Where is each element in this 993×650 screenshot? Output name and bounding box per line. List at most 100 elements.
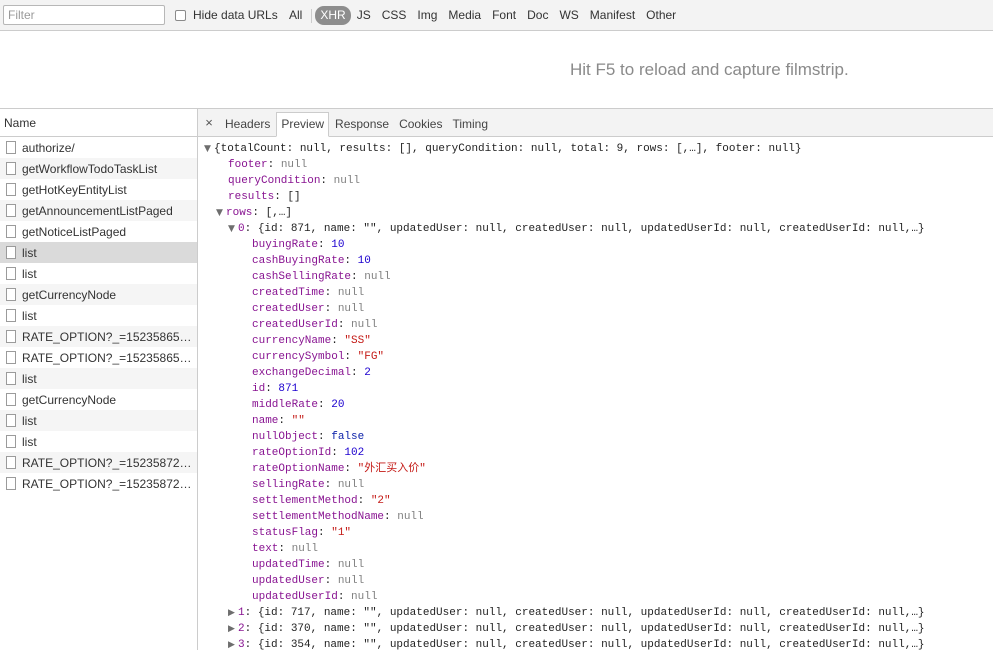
request-row[interactable]: getWorkflowTodoTaskList: [0, 158, 197, 179]
request-row[interactable]: list: [0, 431, 197, 452]
request-row[interactable]: getCurrencyNode: [0, 389, 197, 410]
json-field: text: null: [198, 541, 993, 557]
request-name: list: [22, 266, 37, 281]
tab-timing[interactable]: Timing: [448, 112, 492, 136]
json-key: updatedUserId: [252, 591, 338, 603]
json-value: 10: [357, 255, 371, 267]
request-row[interactable]: getNoticeListPaged: [0, 221, 197, 242]
type-filter-js[interactable]: JS: [352, 6, 376, 25]
request-row[interactable]: getHotKeyEntityList: [0, 179, 197, 200]
json-value: false: [331, 431, 365, 443]
json-colon: :: [278, 543, 292, 555]
filter-input[interactable]: [3, 5, 165, 25]
request-name: RATE_OPTION?_=1523587299...: [22, 476, 192, 491]
type-filter-xhr[interactable]: XHR: [315, 6, 351, 25]
request-name: getAnnouncementListPaged: [22, 203, 173, 218]
json-root-node[interactable]: ▼ {totalCount: null, results: [], queryCo…: [198, 141, 993, 157]
type-filter-font[interactable]: Font: [487, 6, 521, 25]
request-row[interactable]: list: [0, 410, 197, 431]
request-name: RATE_OPTION?_=1523586582...: [22, 350, 192, 365]
json-colon: :: [324, 479, 338, 491]
expand-triangle-right-icon[interactable]: ▶: [228, 637, 238, 650]
document-icon: [6, 372, 16, 385]
json-root-summary: {totalCount: null, results: [], queryCon…: [214, 143, 802, 155]
type-filter-manifest[interactable]: Manifest: [585, 6, 640, 25]
json-value: null: [397, 511, 424, 523]
json-key: statusFlag: [252, 527, 319, 539]
close-icon[interactable]: ×: [200, 109, 218, 136]
document-icon: [6, 414, 16, 427]
json-colon: :: [244, 639, 258, 650]
tab-cookies[interactable]: Cookies: [395, 112, 446, 136]
json-rows-node[interactable]: ▼ rows: [,…]: [198, 205, 993, 221]
hide-data-urls-checkbox[interactable]: [175, 9, 186, 21]
expand-triangle-right-icon[interactable]: ▶: [228, 605, 238, 621]
type-filter-img[interactable]: Img: [412, 6, 442, 25]
request-row[interactable]: getCurrencyNode: [0, 284, 197, 305]
json-colon: :: [337, 591, 352, 603]
expand-triangle-right-icon[interactable]: ▶: [228, 621, 238, 637]
document-icon: [6, 204, 16, 217]
json-field: createdTime: null: [198, 285, 993, 301]
json-field: createdUser: null: [198, 301, 993, 317]
json-field: cashBuyingRate: 10: [198, 253, 993, 269]
request-row[interactable]: list: [0, 242, 197, 263]
type-filter-all[interactable]: All: [284, 6, 307, 25]
json-key: middleRate: [252, 399, 319, 411]
json-value: null: [337, 575, 365, 587]
json-key: updatedUser: [252, 575, 325, 587]
expand-triangle-down-icon[interactable]: ▼: [228, 221, 238, 237]
request-list: Name authorize/getWorkflowTodoTaskList ge…: [0, 109, 198, 650]
tab-headers[interactable]: Headers: [221, 112, 274, 136]
json-value: null: [351, 319, 378, 331]
request-name: list: [22, 371, 37, 386]
type-filter-ws[interactable]: WS: [554, 6, 583, 25]
tab-response[interactable]: Response: [331, 112, 393, 136]
json-row-summary: {id: 717, name: "", updatedUser: null, c…: [257, 607, 925, 619]
request-row[interactable]: getAnnouncementListPaged: [0, 200, 197, 221]
request-row[interactable]: list: [0, 305, 197, 326]
json-field: middleRate: 20: [198, 397, 993, 413]
json-row-index: 0: [238, 223, 245, 235]
request-name: getCurrencyNode: [22, 392, 117, 407]
json-key: sellingRate: [252, 479, 325, 491]
json-field: createdUserId: null: [198, 317, 993, 333]
json-row-index: 1: [238, 607, 245, 619]
request-row[interactable]: RATE_OPTION?_=1523587299...: [0, 473, 197, 494]
request-row[interactable]: list: [0, 368, 197, 389]
request-detail-pane: × Headers Preview Response Cookies Timing ▼{…: [198, 109, 993, 650]
hide-data-urls-toggle[interactable]: Hide data URLs: [175, 8, 278, 22]
network-toolbar: Hide data URLs All XHRJSCSSImgMediaFontDo…: [0, 0, 993, 31]
detail-tabs: × Headers Preview Response Cookies Timing: [198, 109, 993, 137]
json-colon: :: [324, 559, 338, 571]
json-colon: :: [351, 271, 365, 283]
json-row-node[interactable]: ▼ 0: {id: 871, name: "", updatedUser: nul…: [198, 221, 993, 237]
type-filter-doc[interactable]: Doc: [522, 6, 553, 25]
json-key: currencyName: [252, 335, 332, 347]
request-row[interactable]: list: [0, 263, 197, 284]
request-name: list: [22, 245, 37, 260]
expand-triangle-down-icon[interactable]: ▼: [216, 205, 226, 221]
expand-triangle-down-icon[interactable]: ▼: [204, 141, 214, 157]
request-row[interactable]: RATE_OPTION?_=1523586582...: [0, 347, 197, 368]
type-filter-css[interactable]: CSS: [377, 6, 412, 25]
json-key: name: [252, 415, 279, 427]
type-filter-other[interactable]: Other: [641, 6, 681, 25]
tab-preview[interactable]: Preview: [276, 112, 330, 137]
json-field: settlementMethod: "2": [198, 493, 993, 509]
json-field: id: 871: [198, 381, 993, 397]
document-icon: [6, 162, 16, 175]
request-row[interactable]: authorize/: [0, 137, 197, 158]
json-colon: :: [318, 239, 332, 251]
json-row-node[interactable]: ▶ 3: {id: 354, name: "", updatedUser: nul…: [198, 637, 993, 650]
request-row[interactable]: RATE_OPTION?_=1523587299...: [0, 452, 197, 473]
request-name: RATE_OPTION?_=1523586582...: [22, 329, 192, 344]
json-field: footer: null: [198, 157, 993, 173]
type-filter-media[interactable]: Media: [443, 6, 486, 25]
request-row[interactable]: RATE_OPTION?_=1523586582...: [0, 326, 197, 347]
json-key: cashSellingRate: [252, 271, 352, 283]
name-column-header[interactable]: Name: [0, 109, 197, 137]
request-name: RATE_OPTION?_=1523587299...: [22, 455, 192, 470]
json-row-node[interactable]: ▶ 2: {id: 370, name: "", updatedUser: nul…: [198, 621, 993, 637]
json-row-node[interactable]: ▶ 1: {id: 717, name: "", updatedUser: nul…: [198, 605, 993, 621]
